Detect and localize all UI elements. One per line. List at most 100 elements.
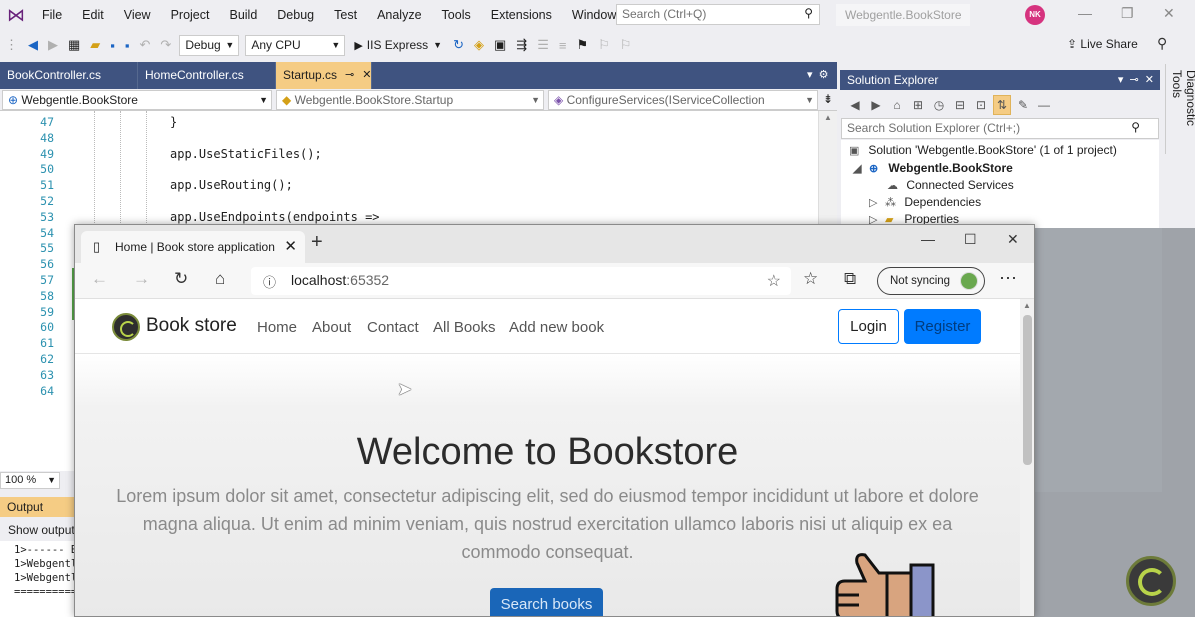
menu-file[interactable]: File (32, 0, 72, 30)
save-icon[interactable]: ▪ (110, 38, 115, 53)
open-folder-icon[interactable]: ▰ (90, 37, 100, 53)
nav-contact[interactable]: Contact (367, 319, 419, 336)
save-all-icon[interactable]: ▪ (125, 38, 130, 53)
step-icon[interactable]: ⇶ (516, 37, 527, 53)
menu-extensions[interactable]: Extensions (481, 0, 562, 30)
minimize-icon[interactable]: — (921, 231, 935, 247)
menu-analyze[interactable]: Analyze (367, 0, 431, 30)
tree-item-connected-services[interactable]: ☁ Connected Services (887, 177, 1014, 194)
pin-icon[interactable]: ⊸ (345, 62, 354, 89)
output-panel-header[interactable]: Output (0, 497, 78, 517)
tab-bookcontroller[interactable]: BookController.cs (0, 62, 138, 89)
nav-add-new-book[interactable]: Add new book (509, 319, 604, 336)
tab-homecontroller[interactable]: HomeController.cs (138, 62, 276, 89)
switch-views-icon[interactable]: ⊞ (909, 98, 927, 112)
redo-icon[interactable]: ↷ (160, 37, 171, 53)
new-project-icon[interactable]: ▦ (68, 37, 80, 53)
profile-sync-button[interactable]: Not syncing (877, 267, 985, 295)
scroll-up-icon[interactable]: ▲ (1023, 301, 1031, 310)
refresh-icon[interactable]: ↻ (453, 37, 464, 53)
project-dropdown[interactable]: ⊕ Webgentle.BookStore ▼ (2, 90, 272, 110)
forward-icon[interactable]: ▶ (867, 98, 885, 112)
zoom-select[interactable]: 100 % ▼ (0, 472, 60, 489)
forward-icon[interactable]: → (133, 269, 150, 289)
history-icon[interactable]: ◷ (930, 98, 948, 112)
close-icon[interactable]: ✕ (1007, 231, 1019, 248)
menu-debug[interactable]: Debug (267, 0, 324, 30)
login-button[interactable]: Login (838, 309, 899, 344)
register-button[interactable]: Register (904, 309, 981, 344)
minimize-icon[interactable]: — (1078, 5, 1092, 21)
menu-test[interactable]: Test (324, 0, 367, 30)
tree-item-dependencies[interactable]: ▷ ⁂ Dependencies (869, 194, 981, 211)
url-port: :65352 (346, 272, 390, 288)
panel-controls-icon[interactable]: ▾ ⊸ ✕ (1118, 70, 1154, 90)
close-tab-icon[interactable]: ✕ (284, 231, 297, 263)
tree-item-project[interactable]: ◢ ⊕ Webgentle.BookStore (853, 160, 1013, 177)
info-icon[interactable]: ⓘ (263, 272, 276, 291)
favorites-list-icon[interactable]: ☆ (803, 269, 818, 289)
tab-overflow-icon[interactable]: ▾ ⚙ (807, 68, 829, 81)
back-icon[interactable]: ◀ (28, 37, 38, 53)
brand-logo-icon[interactable] (112, 313, 140, 341)
platform-select[interactable]: Any CPU ▼ (245, 34, 346, 56)
restore-icon[interactable]: ❐ (1121, 5, 1134, 22)
sync-active-icon[interactable]: ⇅ (993, 95, 1011, 115)
address-bar[interactable]: ⓘ localhost:65352 ☆ (251, 267, 791, 295)
scroll-up-icon[interactable]: ▲ (824, 113, 832, 122)
split-editor-icon[interactable]: ⇟ (820, 89, 833, 110)
member-dropdown[interactable]: ◈ ConfigureServices(IServiceCollection s… (548, 90, 818, 125)
run-button[interactable]: ▶ IIS Express ▼ (354, 38, 442, 52)
screenshot-icon[interactable]: ▣ (494, 37, 506, 53)
properties-icon[interactable]: ✎ (1014, 98, 1032, 112)
bookmark-icon[interactable]: ⚑ (576, 37, 588, 53)
home-icon[interactable]: ⌂ (888, 98, 906, 112)
menu-tools[interactable]: Tools (432, 0, 481, 30)
forward-icon[interactable]: ▶ (48, 37, 58, 53)
diagnostic-tools-tab[interactable]: Diagnostic Tools (1165, 64, 1195, 154)
comment-icon[interactable]: ≡ (559, 38, 567, 53)
collections-icon[interactable]: ⧉ (844, 269, 856, 289)
tree-item-solution[interactable]: ▣ Solution 'Webgentle.BookStore' (1 of 1… (849, 142, 1117, 159)
collapse-all-icon[interactable]: ⊟ (951, 98, 969, 112)
menu-view[interactable]: View (114, 0, 161, 30)
close-tab-icon[interactable]: ✕ (362, 62, 371, 89)
nav-all-books[interactable]: All Books (433, 319, 496, 336)
back-icon[interactable]: ◀ (846, 98, 864, 112)
back-icon[interactable]: ← (91, 269, 108, 289)
vs-search-input[interactable]: Search (Ctrl+Q) ⚲ (616, 4, 820, 25)
preview-icon[interactable]: — (1035, 98, 1053, 112)
indent-icon[interactable]: ☰ (537, 37, 549, 53)
browser-link-icon[interactable]: ◈ (474, 37, 484, 53)
undo-icon[interactable]: ↶ (140, 37, 151, 53)
new-tab-icon[interactable]: + (311, 231, 323, 254)
close-icon[interactable]: ✕ (1163, 5, 1175, 22)
home-icon[interactable]: ⌂ (215, 269, 225, 289)
menu-build[interactable]: Build (219, 0, 267, 30)
tab-startup[interactable]: Startup.cs ⊸ ✕ (276, 62, 372, 89)
maximize-icon[interactable]: ☐ (964, 231, 977, 248)
menu-project[interactable]: Project (161, 0, 220, 30)
live-share-button[interactable]: ⇪ Live Share (1067, 37, 1138, 51)
solution-explorer-search[interactable]: Search Solution Explorer (Ctrl+;) ⚲ (841, 118, 1159, 139)
browser-tab[interactable]: ▯ Home | Book store application ✕ (81, 231, 305, 263)
class-dropdown[interactable]: ◆ Webgentle.BookStore.Startup ▼ (276, 90, 544, 110)
bookmark-next-icon[interactable]: ⚐ (620, 37, 632, 53)
more-options-icon[interactable]: ⋯ (999, 268, 1017, 289)
search-books-button[interactable]: Search books (490, 588, 603, 616)
nav-about[interactable]: About (312, 319, 351, 336)
favorite-star-icon[interactable]: ☆ (767, 271, 781, 291)
feedback-icon[interactable]: ⚲ (1157, 35, 1167, 52)
scrollbar-thumb[interactable] (1023, 315, 1032, 465)
reload-icon[interactable]: ↻ (174, 269, 188, 289)
configuration-select[interactable]: Debug ▼ (179, 34, 240, 56)
show-all-files-icon[interactable]: ⊡ (972, 98, 990, 112)
user-avatar[interactable]: NK (1025, 5, 1045, 25)
bookmark-prev-icon[interactable]: ⚐ (598, 37, 610, 53)
nav-home[interactable]: Home (257, 319, 297, 336)
brand-name[interactable]: Book store (146, 315, 237, 337)
menu-edit[interactable]: Edit (72, 0, 114, 30)
browser-tab-title: Home | Book store application (115, 240, 275, 254)
page-scrollbar[interactable]: ▲ (1020, 299, 1034, 616)
visual-studio-logo-icon[interactable]: ⋈ (0, 0, 32, 30)
